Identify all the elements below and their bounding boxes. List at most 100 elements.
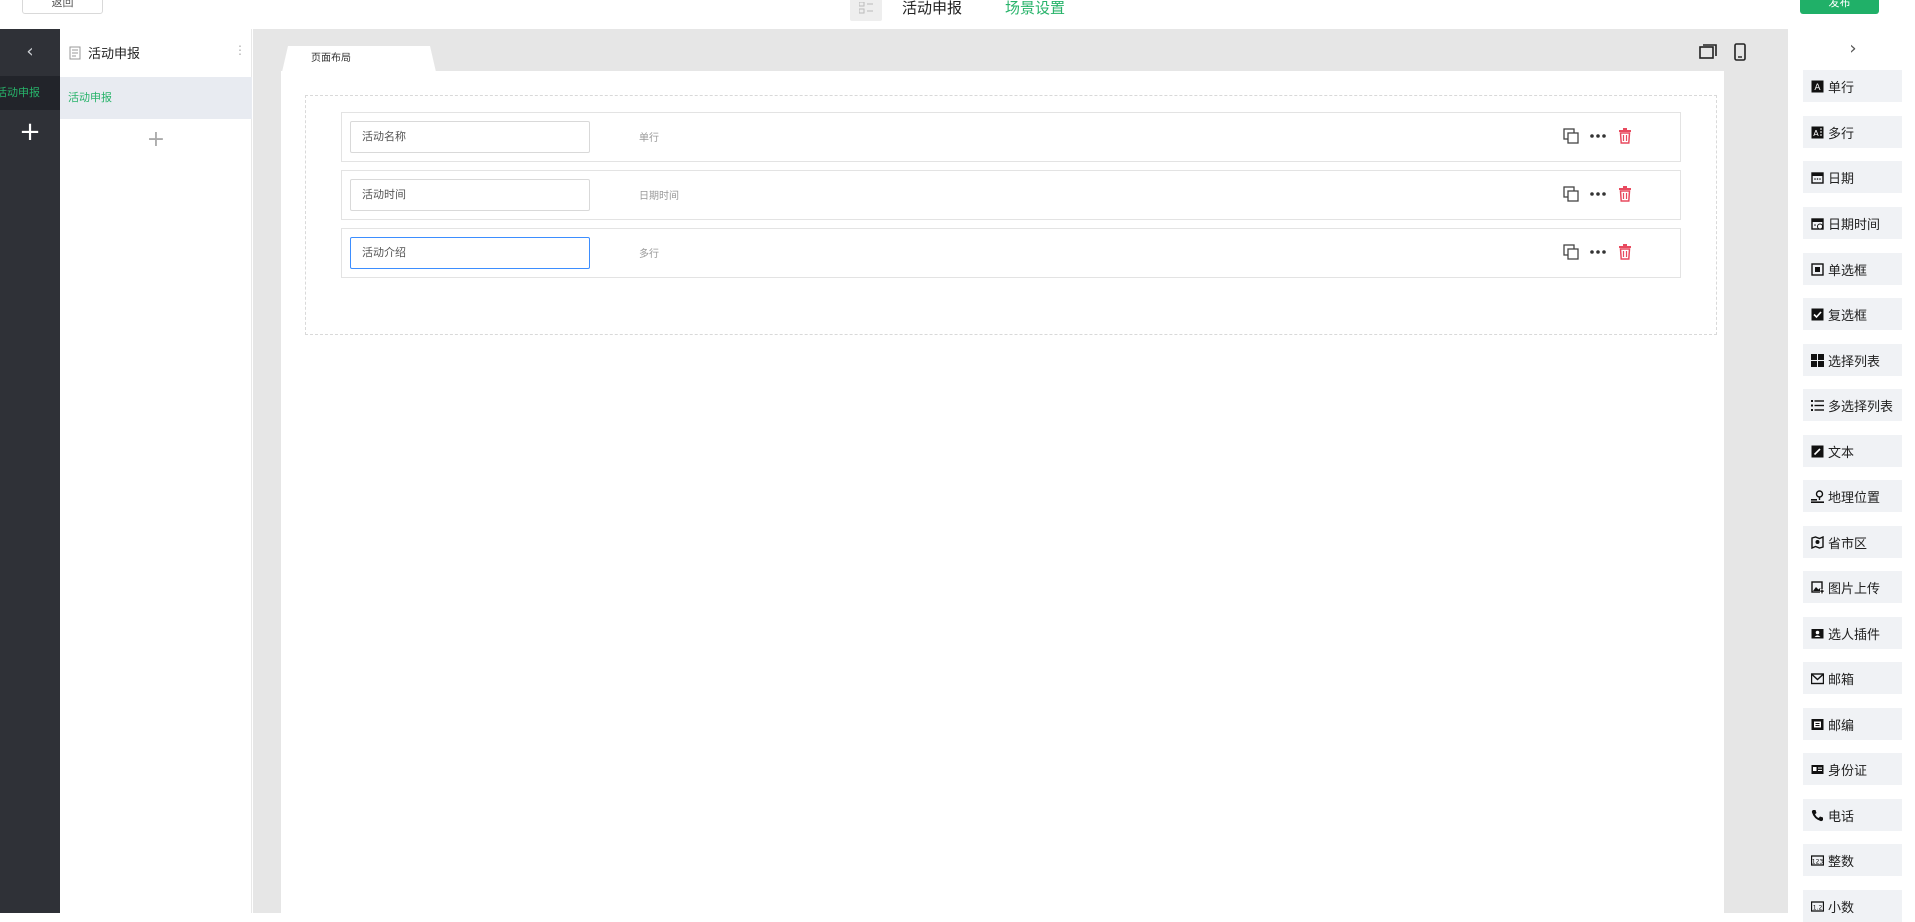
component-single-line[interactable]: A 单行 xyxy=(1803,70,1902,102)
chevron-right-icon[interactable]: › xyxy=(1843,38,1863,60)
chevron-left-icon[interactable]: ‹ xyxy=(0,37,60,67)
form-field-row[interactable]: 活动介绍 多行 xyxy=(341,228,1681,278)
layout-toggle-button[interactable] xyxy=(850,0,882,21)
component-date[interactable]: 日期 xyxy=(1803,161,1902,193)
image-upload-icon xyxy=(1810,580,1824,594)
single-line-icon: A xyxy=(1810,79,1824,93)
more-vertical-icon[interactable]: ⋮ xyxy=(234,43,246,57)
component-image-upload[interactable]: 图片上传 xyxy=(1803,571,1902,603)
component-select-list[interactable]: 选择列表 xyxy=(1803,344,1902,376)
field-type-label: 单行 xyxy=(639,133,659,144)
component-province-city[interactable]: 省市区 xyxy=(1803,526,1902,558)
component-label: 地理位置 xyxy=(1828,490,1881,506)
component-label: 多选择列表 xyxy=(1828,399,1894,415)
component-label: 选人插件 xyxy=(1828,627,1881,643)
svg-text:A: A xyxy=(1813,129,1819,138)
component-label: 选择列表 xyxy=(1828,354,1881,370)
field-actions xyxy=(1562,243,1633,261)
trash-icon[interactable] xyxy=(1616,127,1633,145)
pages-panel-title: 活动申报 xyxy=(88,47,141,62)
datetime-icon xyxy=(1810,216,1824,230)
plus-icon[interactable]: + xyxy=(0,115,60,149)
component-decimal[interactable]: 1.2 小数 xyxy=(1803,890,1902,922)
tab-page-layout[interactable]: 页面布局 xyxy=(282,46,436,72)
decimal-icon: 1.2 xyxy=(1810,899,1824,913)
field-actions xyxy=(1562,127,1633,145)
component-radio[interactable]: 单选框 xyxy=(1803,253,1902,285)
component-multi-select-list[interactable]: 多选择列表 xyxy=(1803,389,1902,421)
list-icon xyxy=(1810,398,1824,412)
svg-text:A: A xyxy=(1814,83,1821,93)
component-label: 多行 xyxy=(1828,126,1855,142)
calendar-icon xyxy=(1810,170,1824,184)
copy-icon[interactable] xyxy=(1562,127,1579,145)
desktop-icon[interactable] xyxy=(1698,42,1718,62)
id-card-icon xyxy=(1810,762,1824,776)
mobile-icon[interactable] xyxy=(1730,42,1750,62)
component-postcode[interactable]: 邮编 xyxy=(1803,708,1902,740)
component-multi-line[interactable]: A 多行 xyxy=(1803,116,1902,148)
document-icon xyxy=(69,46,81,59)
component-label: 电话 xyxy=(1828,809,1855,825)
component-label: 文本 xyxy=(1828,445,1855,461)
page-list-item[interactable]: 活动申报 xyxy=(60,77,252,119)
component-integer[interactable]: 123 整数 xyxy=(1803,844,1902,876)
form-field-row[interactable]: 活动名称 单行 xyxy=(341,112,1681,162)
multi-line-icon: A xyxy=(1810,125,1824,139)
rail-item-active[interactable]: 活动申报 xyxy=(0,76,60,110)
component-email[interactable]: 邮箱 xyxy=(1803,662,1902,694)
component-datetime[interactable]: 日期时间 xyxy=(1803,207,1902,239)
field-type-label: 日期时间 xyxy=(639,191,679,202)
integer-icon: 123 xyxy=(1810,853,1824,867)
map-icon xyxy=(1810,535,1824,549)
device-switcher xyxy=(1698,42,1750,62)
copy-icon[interactable] xyxy=(1562,185,1579,203)
form-field-row[interactable]: 活动时间 日期时间 xyxy=(341,170,1681,220)
pages-panel-header: 活动申报 ⋮ xyxy=(60,29,252,76)
trash-icon[interactable] xyxy=(1616,185,1633,203)
component-label: 身份证 xyxy=(1828,763,1868,779)
form-title-tab[interactable]: 活动申报 xyxy=(902,0,962,18)
field-input[interactable]: 活动介绍 xyxy=(350,237,590,269)
component-person-picker[interactable]: 选人插件 xyxy=(1803,617,1902,649)
component-label: 单行 xyxy=(1828,80,1855,96)
field-input[interactable]: 活动名称 xyxy=(350,121,590,153)
component-phone[interactable]: 电话 xyxy=(1803,799,1902,831)
more-horizontal-icon[interactable] xyxy=(1589,185,1606,203)
component-label: 图片上传 xyxy=(1828,581,1881,597)
field-actions xyxy=(1562,185,1633,203)
location-icon xyxy=(1810,489,1824,503)
field-type-label: 多行 xyxy=(639,249,659,260)
top-bar: 返回 活动申报 场景设置 发布 xyxy=(0,0,1915,29)
svg-text:123: 123 xyxy=(1811,858,1823,865)
publish-button[interactable]: 发布 xyxy=(1800,0,1879,14)
trash-icon[interactable] xyxy=(1616,243,1633,261)
grid-icon xyxy=(1810,353,1824,367)
component-label: 复选框 xyxy=(1828,308,1868,324)
component-label: 日期 xyxy=(1828,171,1855,187)
more-horizontal-icon[interactable] xyxy=(1589,243,1606,261)
component-label: 整数 xyxy=(1828,854,1855,870)
postcode-icon xyxy=(1810,717,1824,731)
svg-text:1.2: 1.2 xyxy=(1812,904,1822,911)
add-page-button[interactable]: + xyxy=(60,125,252,155)
field-input[interactable]: 活动时间 xyxy=(350,179,590,211)
component-label: 日期时间 xyxy=(1828,217,1881,233)
left-rail: ‹ 活动申报 + xyxy=(0,29,60,913)
component-checkbox[interactable]: 复选框 xyxy=(1803,298,1902,330)
scene-settings-tab[interactable]: 场景设置 xyxy=(1005,0,1065,18)
more-horizontal-icon[interactable] xyxy=(1589,127,1606,145)
pages-panel: 活动申报 ⋮ 活动申报 + xyxy=(60,29,252,913)
component-location[interactable]: 地理位置 xyxy=(1803,480,1902,512)
back-button[interactable]: 返回 xyxy=(22,0,103,14)
component-id-card[interactable]: 身份证 xyxy=(1803,753,1902,785)
edit-icon xyxy=(1810,444,1824,458)
checkbox-icon xyxy=(1810,307,1824,321)
phone-icon xyxy=(1810,808,1824,822)
component-text[interactable]: 文本 xyxy=(1803,435,1902,467)
person-picker-icon xyxy=(1810,626,1824,640)
copy-icon[interactable] xyxy=(1562,243,1579,261)
mail-icon xyxy=(1810,671,1824,685)
component-label: 邮箱 xyxy=(1828,672,1855,688)
component-label: 邮编 xyxy=(1828,718,1855,734)
